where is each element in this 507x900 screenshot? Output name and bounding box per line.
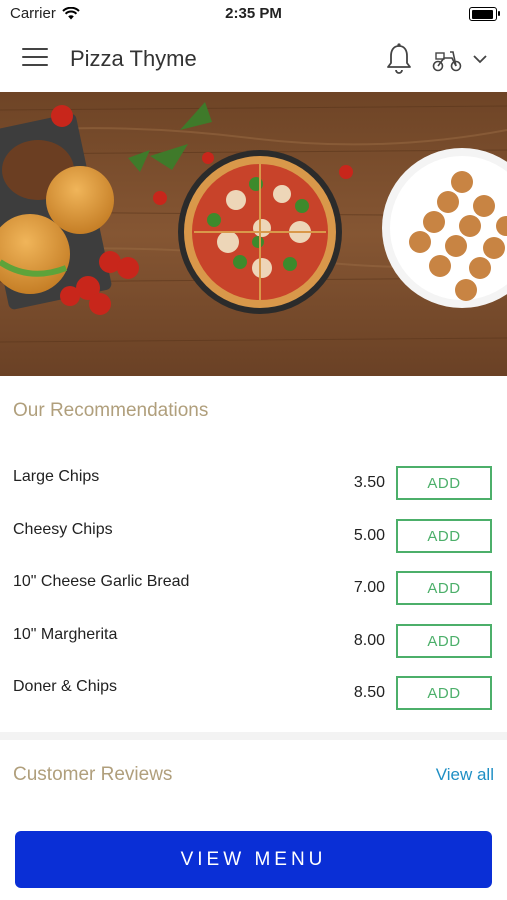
add-button[interactable]: ADD bbox=[396, 571, 492, 605]
add-button[interactable]: ADD bbox=[396, 676, 492, 710]
item-price: 8.00 bbox=[353, 632, 385, 649]
status-bar: Carrier 2:35 PM bbox=[0, 0, 507, 28]
add-button[interactable]: ADD bbox=[396, 519, 492, 553]
recommendations-title: Our Recommendations bbox=[13, 400, 209, 421]
recommendation-item: 10" Margherita 8.00 ADD bbox=[0, 624, 507, 676]
item-price: 5.00 bbox=[353, 527, 385, 544]
recommendation-item: Doner & Chips 8.50 ADD bbox=[0, 676, 507, 728]
recommendation-item: Large Chips 3.50 ADD bbox=[0, 466, 507, 518]
hero-image bbox=[0, 92, 507, 376]
item-price: 3.50 bbox=[353, 474, 385, 491]
delivery-scooter-icon[interactable] bbox=[430, 46, 464, 74]
reviews-title: Customer Reviews bbox=[13, 764, 173, 785]
view-all-link[interactable]: View all bbox=[436, 765, 494, 785]
chevron-down-icon[interactable] bbox=[471, 52, 489, 66]
bell-icon[interactable] bbox=[384, 42, 414, 76]
item-name: Cheesy Chips bbox=[13, 521, 113, 538]
hamburger-menu-icon[interactable] bbox=[22, 48, 48, 70]
battery-icon bbox=[469, 7, 500, 21]
recommendation-item: Cheesy Chips 5.00 ADD bbox=[0, 519, 507, 571]
add-button[interactable]: ADD bbox=[396, 624, 492, 658]
recommendation-item: 10" Cheese Garlic Bread 7.00 ADD bbox=[0, 571, 507, 623]
item-name: Doner & Chips bbox=[13, 678, 118, 695]
hero-food-banner bbox=[0, 92, 507, 376]
item-name: 10" Cheese Garlic Bread bbox=[13, 573, 190, 590]
item-price: 7.00 bbox=[353, 579, 385, 596]
item-price: 8.50 bbox=[353, 684, 385, 701]
nav-bar: Pizza Thyme bbox=[0, 28, 507, 92]
recommendations-section: Our Recommendations Large Chips 3.50 ADD… bbox=[0, 376, 507, 732]
item-name: 10" Margherita bbox=[13, 626, 118, 643]
status-time: 2:35 PM bbox=[225, 5, 282, 22]
page-title: Pizza Thyme bbox=[70, 46, 197, 71]
view-menu-button[interactable]: VIEW MENU bbox=[15, 831, 492, 888]
add-button[interactable]: ADD bbox=[396, 466, 492, 500]
reviews-section: Customer Reviews View all bbox=[0, 740, 507, 820]
section-divider bbox=[0, 732, 507, 740]
item-name: Large Chips bbox=[13, 468, 100, 485]
